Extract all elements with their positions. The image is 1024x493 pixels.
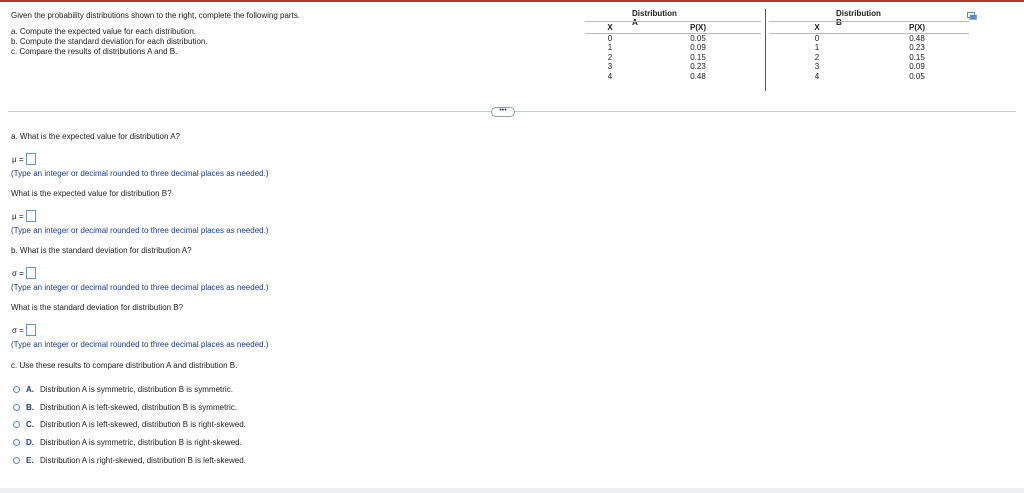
- option-letter: A.: [26, 384, 34, 394]
- cell-x: 0: [607, 33, 613, 43]
- sigma-b-input[interactable]: [25, 324, 36, 336]
- answer-sigma-a: σ =: [12, 266, 36, 280]
- question-b-b: What is the standard deviation for distr…: [11, 303, 184, 312]
- table-row: 2 0.15: [769, 53, 969, 63]
- option-d[interactable]: D. Distribution A is symmetric, distribu…: [13, 436, 242, 448]
- cell-p: 0.15: [909, 52, 925, 62]
- table-row: 4 0.05: [769, 72, 969, 82]
- option-a[interactable]: A. Distribution A is symmetric, distribu…: [13, 383, 233, 395]
- question-a-b: What is the expected value for distribut…: [11, 189, 172, 198]
- mu-symbol: μ =: [12, 154, 24, 164]
- table-row: 0 0.05: [585, 33, 761, 43]
- instructions-part-c: c. Compare the results of distributions …: [11, 47, 178, 56]
- radio-button[interactable]: [13, 456, 20, 464]
- option-letter: E.: [26, 455, 34, 465]
- table-row: 1 0.09: [585, 43, 761, 53]
- table-row: 3 0.09: [769, 62, 969, 72]
- option-text: Distribution A is left-skewed, distribut…: [40, 419, 246, 429]
- option-letter: D.: [26, 437, 34, 447]
- question-b-title: b. What is the standard deviation for di…: [11, 246, 192, 255]
- distribution-separator: [765, 9, 766, 91]
- cell-p: 0.48: [690, 71, 706, 81]
- answer-mu-a: μ =: [12, 152, 36, 166]
- table-row: 1 0.23: [769, 43, 969, 53]
- cell-p: 0.09: [909, 62, 925, 71]
- option-text: Distribution A is symmetric, distributio…: [40, 437, 242, 447]
- question-a-title: a. What is the expected value for distri…: [11, 132, 180, 141]
- distribution-a-col-p: P(X): [635, 23, 761, 34]
- option-letter: B.: [26, 402, 34, 412]
- hint-text: (Type an integer or decimal rounded to t…: [11, 169, 269, 178]
- question-c-title: c. Use these results to compare distribu…: [11, 361, 238, 370]
- instructions-lead: Given the probability distributions show…: [11, 11, 301, 20]
- cell-p: 0.48: [909, 33, 925, 43]
- option-text: Distribution A is left-skewed, distribut…: [40, 402, 237, 412]
- cell-x: 4: [814, 71, 820, 81]
- table-row: 0 0.48: [769, 33, 969, 43]
- sigma-symbol: σ =: [12, 325, 24, 335]
- cell-x: 2: [607, 52, 613, 62]
- option-text: Distribution A is symmetric, distributio…: [40, 384, 233, 394]
- distribution-a-col-x: X: [585, 23, 635, 34]
- radio-button[interactable]: [13, 438, 20, 446]
- table-row: 3 0.23: [585, 62, 761, 72]
- sigma-a-input[interactable]: [25, 267, 36, 279]
- distribution-b-underline: [769, 21, 969, 22]
- top-accent-line: [0, 0, 1024, 2]
- cell-x: 3: [814, 62, 820, 71]
- cell-x: 4: [607, 71, 613, 81]
- mu-symbol: μ =: [12, 211, 24, 221]
- instructions: Given the probability distributions show…: [11, 11, 481, 57]
- bottom-bar: [0, 488, 1024, 493]
- table-row: 2 0.15: [585, 53, 761, 63]
- instructions-part-b: b. Compute the standard deviation for ea…: [11, 37, 208, 46]
- copy-icon[interactable]: [967, 12, 977, 20]
- distribution-b-col-x: X: [769, 23, 865, 34]
- cell-x: 2: [814, 52, 820, 62]
- radio-button[interactable]: [13, 403, 20, 411]
- option-e[interactable]: E. Distribution A is right-skewed, distr…: [13, 454, 246, 466]
- answer-mu-b: μ =: [12, 209, 36, 223]
- option-c[interactable]: C. Distribution A is left-skewed, distri…: [13, 418, 246, 430]
- mu-a-input[interactable]: [25, 153, 36, 165]
- distribution-a-underline: [585, 21, 761, 22]
- cell-p: 0.23: [909, 43, 925, 52]
- hint-text: (Type an integer or decimal rounded to t…: [11, 340, 269, 349]
- option-text: Distribution A is right-skewed, distribu…: [40, 455, 246, 465]
- expand-button[interactable]: •••: [491, 107, 515, 117]
- cell-x: 1: [607, 43, 613, 52]
- hint-text: (Type an integer or decimal rounded to t…: [11, 226, 269, 235]
- cell-p: 0.05: [909, 71, 925, 81]
- hint-text: (Type an integer or decimal rounded to t…: [11, 283, 269, 292]
- radio-button[interactable]: [13, 385, 20, 393]
- radio-button[interactable]: [13, 420, 20, 428]
- option-letter: C.: [26, 419, 34, 429]
- distribution-b-col-p: P(X): [865, 23, 969, 34]
- cell-p: 0.23: [690, 62, 706, 71]
- option-b[interactable]: B. Distribution A is left-skewed, distri…: [13, 401, 237, 413]
- instructions-part-a: a. Compute the expected value for each d…: [11, 27, 196, 36]
- cell-x: 0: [814, 33, 820, 43]
- cell-p: 0.05: [690, 33, 706, 43]
- cell-p: 0.15: [690, 52, 706, 62]
- cell-p: 0.09: [690, 43, 706, 52]
- mu-b-input[interactable]: [25, 210, 36, 222]
- answer-sigma-b: σ =: [12, 323, 36, 337]
- sigma-symbol: σ =: [12, 268, 24, 278]
- cell-x: 1: [814, 43, 820, 52]
- cell-x: 3: [607, 62, 613, 71]
- table-row: 4 0.48: [585, 72, 761, 82]
